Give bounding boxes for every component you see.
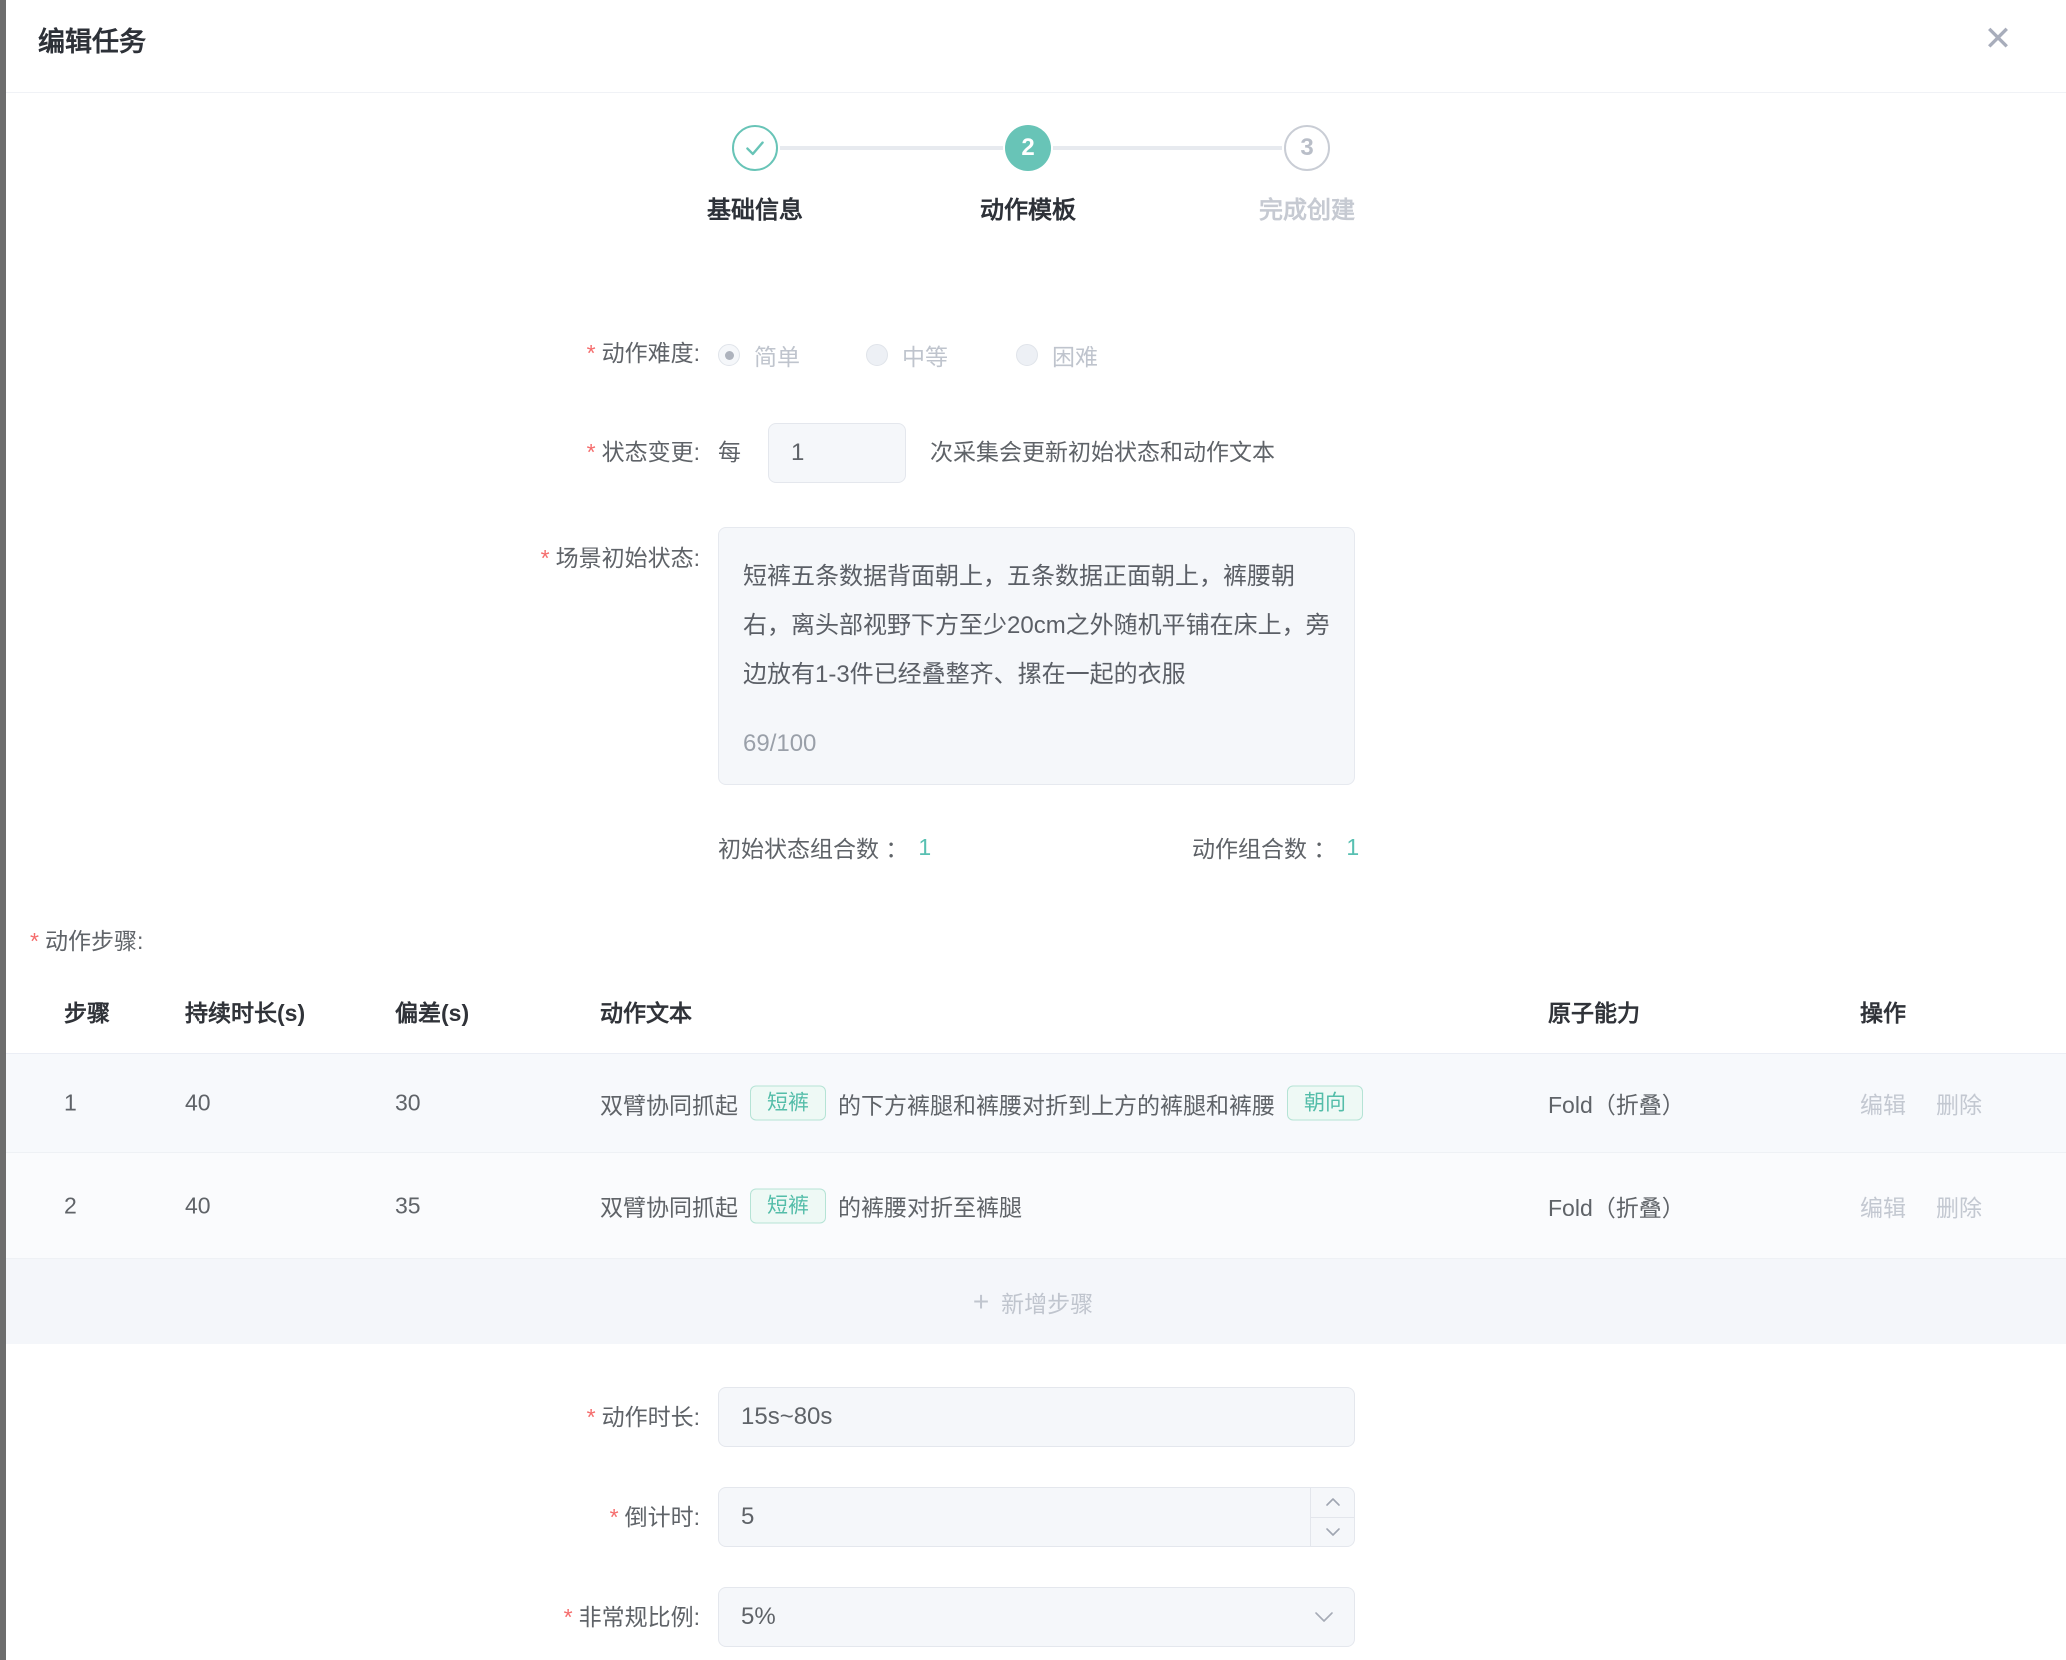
orientation-tag: 朝向 — [1287, 1086, 1363, 1121]
page-edge-strip — [0, 0, 6, 1660]
delete-link[interactable]: 删除 — [1936, 1086, 1982, 1120]
dialog-title: 编辑任务 — [38, 20, 146, 59]
state-change-suffix: 次采集会更新初始状态和动作文本 — [930, 437, 1275, 467]
col-header-duration: 持续时长(s) — [185, 994, 305, 1028]
table-header-row: 步骤 持续时长(s) 偏差(s) 动作文本 原子能力 操作 — [0, 968, 2066, 1054]
combo-value: 1 — [1346, 834, 1359, 861]
action-combo-count: 动作组合数 ：1 — [1192, 830, 1359, 864]
radio-unselected-icon — [1016, 344, 1038, 366]
add-step-label: 新增步骤 — [1001, 1285, 1093, 1319]
edit-link[interactable]: 编辑 — [1860, 1189, 1906, 1223]
row-operations: 编辑 删除 — [1860, 1086, 1982, 1120]
plus-icon: + — [973, 1288, 989, 1316]
required-mark: * — [30, 928, 39, 954]
chevron-down-icon — [1325, 1527, 1341, 1537]
col-header-action-text: 动作文本 — [600, 994, 692, 1028]
step-3-pending-circle: 3 — [1284, 125, 1330, 171]
action-steps-label: *动作步骤: — [30, 922, 143, 956]
delete-link[interactable]: 删除 — [1936, 1189, 1982, 1223]
step-3-label: 完成创建 — [1187, 190, 1427, 225]
add-step-button[interactable]: + 新增步骤 — [0, 1259, 2066, 1344]
radio-selected-icon — [718, 344, 740, 366]
required-mark: * — [587, 340, 596, 366]
step-1-label: 基础信息 — [635, 190, 875, 225]
radio-unselected-icon — [866, 344, 888, 366]
initial-state-text: 短裤五条数据背面朝上，五条数据正面朝上，裤腰朝右，离头部视野下方至少20cm之外… — [743, 552, 1330, 699]
col-header-deviation: 偏差(s) — [395, 994, 469, 1028]
char-counter: 69/100 — [743, 719, 816, 768]
state-change-label: *状态变更: — [390, 437, 700, 467]
duration-input[interactable]: 15s~80s — [718, 1387, 1355, 1447]
chevron-up-icon — [1325, 1497, 1341, 1507]
table-row: 2 40 35 双臂协同抓起 短裤 的裤腰对折至裤腿 Fold（折叠） 编辑 删… — [0, 1153, 2066, 1259]
step-deviation: 30 — [395, 1090, 421, 1117]
initial-state-combo-count: 初始状态组合数 ：1 — [718, 830, 931, 864]
step-2-label: 动作模板 — [908, 190, 1148, 225]
state-change-prefix: 每 — [718, 437, 741, 467]
step-number: 1 — [64, 1090, 77, 1117]
step-number: 2 — [64, 1192, 77, 1219]
countdown-label: *倒计时: — [390, 1502, 700, 1532]
difficulty-label: *动作难度: — [390, 338, 700, 368]
chevron-down-icon — [1314, 1611, 1334, 1623]
radio-option-hard[interactable]: 困难 — [1016, 338, 1098, 372]
object-tag: 短裤 — [750, 1086, 826, 1121]
increment-button[interactable] — [1311, 1488, 1354, 1518]
radio-option-medium[interactable]: 中等 — [866, 338, 948, 372]
col-header-ability: 原子能力 — [1548, 994, 1640, 1028]
radio-label: 中等 — [902, 338, 948, 372]
edit-task-dialog: 编辑任务 ✕ 2 3 基础信息 动作模板 完成创建 *动作难度: 简单 中等 困… — [0, 0, 2066, 1660]
edit-link[interactable]: 编辑 — [1860, 1086, 1906, 1120]
stepper-connector — [780, 146, 1003, 150]
required-mark: * — [587, 1404, 596, 1430]
step-duration: 40 — [185, 1090, 211, 1117]
step-deviation: 35 — [395, 1192, 421, 1219]
initial-state-label: *场景初始状态: — [390, 543, 700, 573]
duration-label: *动作时长: — [390, 1402, 700, 1432]
radio-option-easy[interactable]: 简单 — [718, 338, 800, 372]
row-operations: 编辑 删除 — [1860, 1189, 1982, 1223]
decrement-button[interactable] — [1311, 1518, 1354, 1547]
atomic-ability: Fold（折叠） — [1548, 1086, 1685, 1120]
required-mark: * — [541, 545, 550, 571]
state-change-input[interactable]: 1 — [768, 423, 906, 483]
object-tag: 短裤 — [750, 1188, 826, 1223]
stepper-connector — [1053, 146, 1282, 150]
initial-state-textarea[interactable]: 短裤五条数据背面朝上，五条数据正面朝上，裤腰朝右，离头部视野下方至少20cm之外… — [718, 527, 1355, 785]
required-mark: * — [610, 1504, 619, 1530]
unusual-ratio-select[interactable]: 5% — [718, 1587, 1355, 1647]
col-header-operations: 操作 — [1860, 994, 1906, 1028]
radio-label: 简单 — [754, 338, 800, 372]
col-header-step: 步骤 — [64, 994, 110, 1028]
header-divider — [6, 92, 2066, 93]
check-icon — [742, 135, 768, 161]
step-1-done-circle — [732, 125, 778, 171]
atomic-ability: Fold（折叠） — [1548, 1189, 1685, 1223]
step-duration: 40 — [185, 1192, 211, 1219]
required-mark: * — [564, 1604, 573, 1630]
step-2-active-circle: 2 — [1005, 125, 1051, 171]
countdown-input[interactable]: 5 — [718, 1487, 1355, 1547]
unusual-ratio-label: *非常规比例: — [390, 1602, 700, 1632]
close-icon[interactable]: ✕ — [1975, 16, 2021, 62]
table-row: 1 40 30 双臂协同抓起 短裤 的下方裤腿和裤腰对折到上方的裤腿和裤腰 朝向… — [0, 1054, 2066, 1153]
combo-value: 1 — [918, 834, 931, 861]
required-mark: * — [587, 439, 596, 465]
action-text: 双臂协同抓起 短裤 的裤腰对折至裤腿 — [600, 1188, 1022, 1223]
action-text: 双臂协同抓起 短裤 的下方裤腿和裤腰对折到上方的裤腿和裤腰 朝向 — [600, 1086, 1375, 1121]
number-stepper — [1310, 1488, 1354, 1546]
radio-label: 困难 — [1052, 338, 1098, 372]
